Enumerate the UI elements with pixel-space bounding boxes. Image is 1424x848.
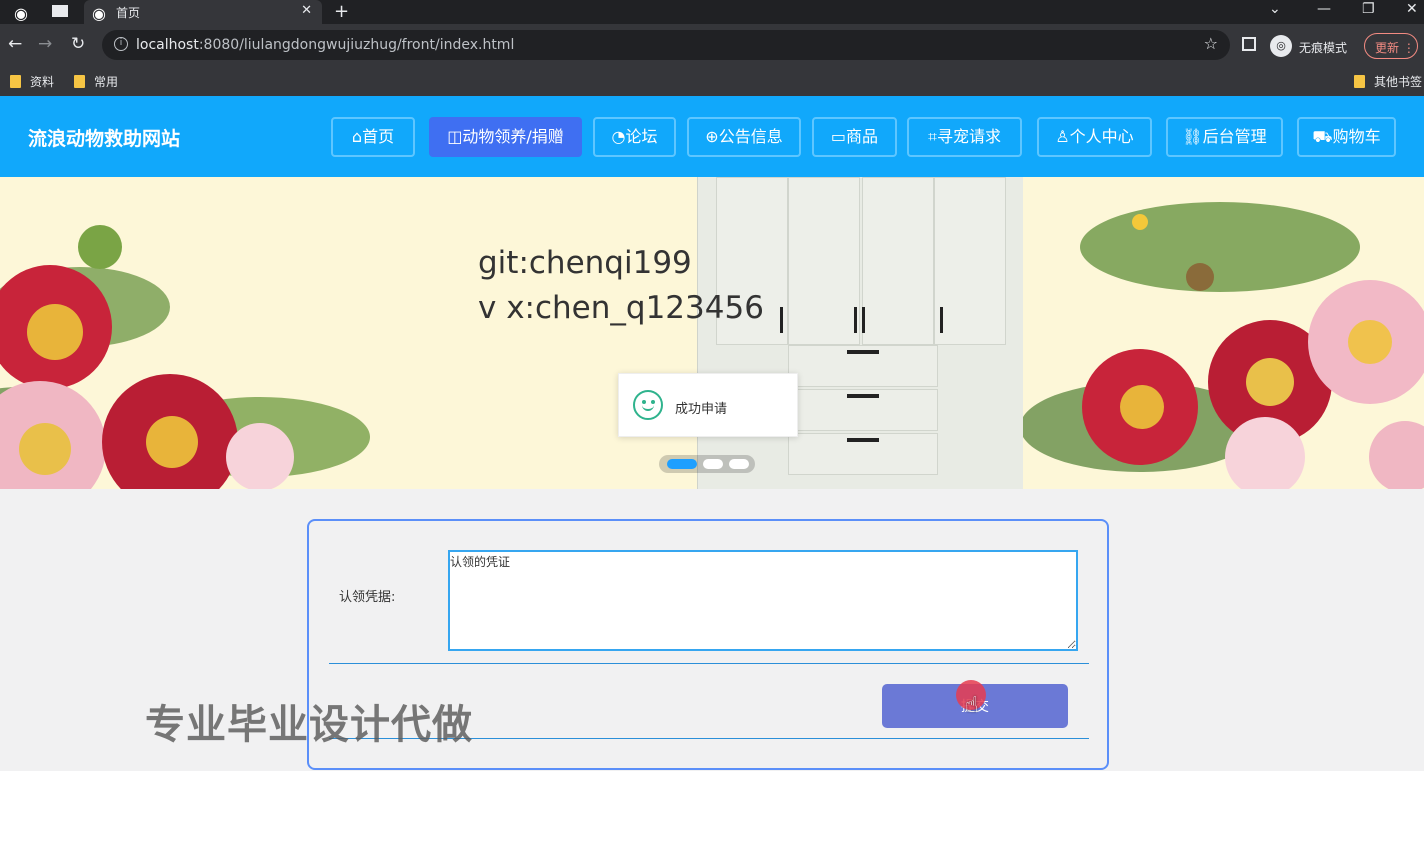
nav-admin[interactable]: ⛓后台管理	[1166, 117, 1283, 157]
door-handle	[862, 307, 865, 333]
smile-icon	[633, 390, 663, 420]
wardrobe-drawer	[788, 389, 938, 431]
tab-title: 首页	[116, 6, 141, 20]
divider	[329, 663, 1089, 664]
new-tab-button[interactable]: +	[334, 1, 349, 22]
carousel-dot-3[interactable]	[729, 459, 749, 469]
incognito-label: 无痕模式	[1299, 41, 1348, 55]
hand-cursor-icon: ☝	[965, 693, 979, 718]
globe-icon: ⊕	[705, 127, 719, 146]
folder-icon	[74, 75, 85, 88]
wardrobe-door	[862, 177, 934, 345]
banner-text-line1: git:chenqi199	[478, 245, 692, 281]
close-tab-icon[interactable]: ✕	[301, 3, 312, 18]
door-handle	[854, 307, 857, 333]
tab-home[interactable]: ◉ 首页 ✕	[84, 0, 322, 24]
banner-text-line2: v x:chen_q123456	[478, 290, 764, 326]
restore-button[interactable]: ❐	[1362, 1, 1375, 17]
home-icon: ⌂	[351, 127, 363, 146]
globe-icon: ◉	[92, 4, 106, 23]
wardrobe-door	[788, 177, 860, 345]
wardrobe-image	[697, 177, 1023, 489]
success-toast: 成功申请	[618, 373, 798, 437]
door-handle	[940, 307, 943, 333]
peony-flowers-right	[1020, 202, 1424, 489]
link-icon: ⛓	[1182, 127, 1203, 146]
site-title: 流浪动物救助网站	[28, 128, 181, 150]
carousel-dot-2[interactable]	[703, 459, 723, 469]
nav-home[interactable]: ⌂首页	[331, 117, 415, 157]
folder-icon	[1354, 75, 1365, 88]
tab-search-icon[interactable]	[52, 5, 68, 17]
nav-pet-search[interactable]: ⌗寻宠请求	[907, 117, 1022, 157]
wardrobe-drawer	[788, 345, 938, 387]
banner-carousel[interactable]: git:chenqi199 v x:chen_q123456 成功申请	[0, 177, 1424, 489]
reload-button[interactable]: ↻	[71, 34, 85, 54]
forum-icon: ◔	[611, 127, 626, 146]
carousel-indicators	[659, 455, 755, 473]
book-icon: ▭	[830, 127, 847, 146]
door-handle	[780, 307, 783, 333]
side-panel-icon[interactable]	[1242, 37, 1256, 51]
minimize-button[interactable]: —	[1317, 1, 1331, 17]
toast-message: 成功申请	[675, 402, 728, 417]
site-header: 流浪动物救助网站 ⌂首页 ◫动物领养/捐赠 ◔论坛 ⊕公告信息 ▭商品 ⌗寻宠请…	[0, 96, 1424, 177]
nav-personal-center[interactable]: ♙个人中心	[1037, 117, 1152, 157]
claim-proof-textarea[interactable]: 认领的凭证	[448, 550, 1078, 651]
incognito-icon[interactable]: ◎	[1270, 35, 1292, 57]
info-icon[interactable]: i	[114, 37, 128, 51]
user-icon: ♙	[1055, 127, 1070, 146]
nav-cart[interactable]: ⛟购物车	[1297, 117, 1396, 157]
browser-tab-bar: ◉ ◉ 首页 ✕ + ⌄ — ❐ ✕	[0, 0, 1424, 24]
forward-button[interactable]: →	[38, 34, 52, 54]
url-text[interactable]: localhost:8080/liulangdongwujiuzhug/fron…	[136, 37, 514, 53]
back-button[interactable]: ←	[8, 34, 22, 54]
bookmark-star-icon[interactable]: ☆	[1204, 34, 1218, 53]
chevron-down-icon[interactable]: ⌄	[1269, 1, 1281, 17]
nav-goods[interactable]: ▭商品	[812, 117, 897, 157]
claim-proof-label: 认领凭据:	[339, 590, 396, 605]
nav-adoption[interactable]: ◫动物领养/捐赠	[429, 117, 582, 157]
nav-forum[interactable]: ◔论坛	[593, 117, 676, 157]
nav-notices[interactable]: ⊕公告信息	[687, 117, 801, 157]
carousel-dot-1[interactable]	[667, 459, 697, 469]
tag-icon: ⌗	[927, 127, 937, 146]
other-bookmarks[interactable]: 其他书签	[1354, 73, 1422, 90]
adoption-icon: ◫	[447, 127, 463, 146]
close-window-button[interactable]: ✕	[1406, 1, 1418, 17]
wardrobe-door	[934, 177, 1006, 345]
peony-flowers-left	[0, 225, 370, 489]
globe-icon[interactable]: ◉	[14, 4, 30, 23]
bookmarks-bar: 资料 常用 其他书签	[0, 66, 1424, 96]
update-button[interactable]: 更新 ⋮	[1364, 33, 1418, 59]
address-bar[interactable]: i localhost:8080/liulangdongwujiuzhug/fr…	[102, 30, 1230, 60]
bookmark-folder-ziliao[interactable]: 资料	[10, 73, 54, 90]
wardrobe-drawer	[788, 433, 938, 475]
watermark-text: 专业毕业设计代做	[145, 702, 473, 748]
folder-icon	[10, 75, 21, 88]
cart-icon: ⛟	[1312, 127, 1333, 146]
bookmark-folder-changyong[interactable]: 常用	[74, 73, 118, 90]
address-bar-row: ← → ↻ i localhost:8080/liulangdongwujiuz…	[0, 24, 1424, 66]
